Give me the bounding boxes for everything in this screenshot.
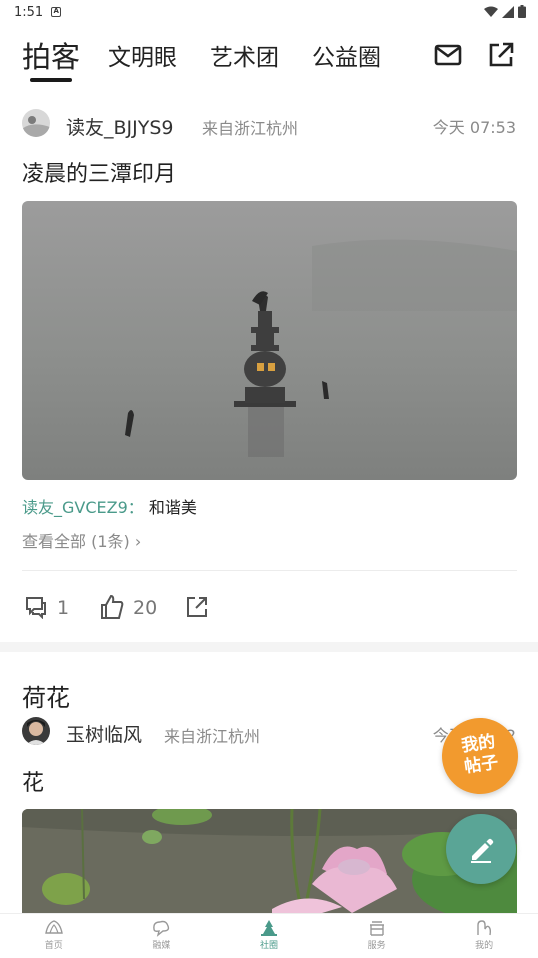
post-heading: 荷花 [22,684,70,712]
nav-community-label: 社圈 [259,941,278,951]
service-icon [369,921,384,936]
media-icon [153,920,170,937]
nav-media[interactable]: 融媒 [108,914,216,958]
view-all-comments[interactable]: 查看全部 (1条) › [22,528,141,552]
compose-button[interactable] [446,814,516,884]
nav-service[interactable]: 服务 [323,914,431,958]
comment-count: 1 [57,597,70,619]
post-photo[interactable] [22,201,517,480]
tab-wenmingyan[interactable]: 文明眼 [108,38,177,72]
post-title: 花 [22,771,45,796]
nav-media-label: 融媒 [152,941,171,951]
pencil-icon [471,838,494,863]
view-all-label: 查看全部 (1条) [22,532,130,551]
nav-home-label: 首页 [44,941,63,951]
bottom-navigation: 首页 融媒 社圈 服务 我的 [0,913,538,958]
nav-home[interactable]: 首页 [0,914,108,958]
share-icon[interactable] [486,40,516,70]
divider [22,570,517,571]
tab-gongyiquan[interactable]: 公益圈 [312,38,381,72]
battery-icon [518,5,526,18]
top-tab-bar: 拍客 文明眼 艺术团 公益圈 [0,30,538,86]
avatar[interactable] [22,717,50,745]
like-icon[interactable] [100,594,124,620]
chevron-right-icon: › [134,532,142,551]
status-bar: 1:51 A [0,0,538,24]
post-location: 来自浙江杭州 [202,119,299,138]
signal-icon [502,5,514,18]
share-icon[interactable] [185,595,209,619]
notification-icon: A [51,7,62,17]
comment-text: 和谐美 [148,498,197,517]
post-title: 凌晨的三潭印月 [22,162,177,187]
post-time: 今天 07:53 [432,118,516,137]
post-username[interactable]: 玉树临风 [66,720,142,747]
post-location: 来自浙江杭州 [164,727,261,746]
mail-icon[interactable] [433,40,463,70]
comment-username[interactable]: 读友_GVCEZ9： [22,498,144,517]
nav-profile-label: 我的 [475,941,494,951]
comment-icon[interactable] [24,595,48,619]
nav-profile[interactable]: 我的 [430,914,538,958]
section-separator [0,642,538,652]
wifi-icon [484,6,498,17]
comment-line: 读友_GVCEZ9： 和谐美 [22,494,197,518]
status-time: 1:51 [14,4,44,20]
tab-paike[interactable]: 拍客 [22,34,80,76]
like-count: 20 [133,597,158,619]
active-tab-indicator [30,78,72,82]
tab-yishutuan[interactable]: 艺术团 [210,38,279,72]
avatar[interactable] [22,109,50,137]
nav-community[interactable]: 社圈 [215,914,323,958]
post-photo[interactable] [22,809,517,913]
nav-service-label: 服务 [367,941,386,951]
status-icons [484,5,526,18]
community-icon [260,920,277,936]
home-icon [44,920,63,934]
post-username[interactable]: 读友_BJJYS9 [66,113,174,140]
profile-icon [477,920,492,936]
